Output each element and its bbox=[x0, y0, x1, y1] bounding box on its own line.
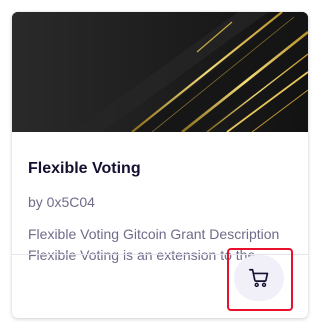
description-line: Flexible Voting Gitcoin Grant Descriptio… bbox=[28, 226, 280, 242]
project-title[interactable]: Flexible Voting bbox=[28, 160, 141, 178]
add-to-cart-button[interactable] bbox=[234, 255, 284, 301]
shopping-cart-icon bbox=[249, 268, 269, 288]
project-banner-image bbox=[12, 12, 308, 132]
banner-graphic bbox=[12, 12, 308, 132]
project-author: by 0x5C04 bbox=[28, 194, 95, 210]
